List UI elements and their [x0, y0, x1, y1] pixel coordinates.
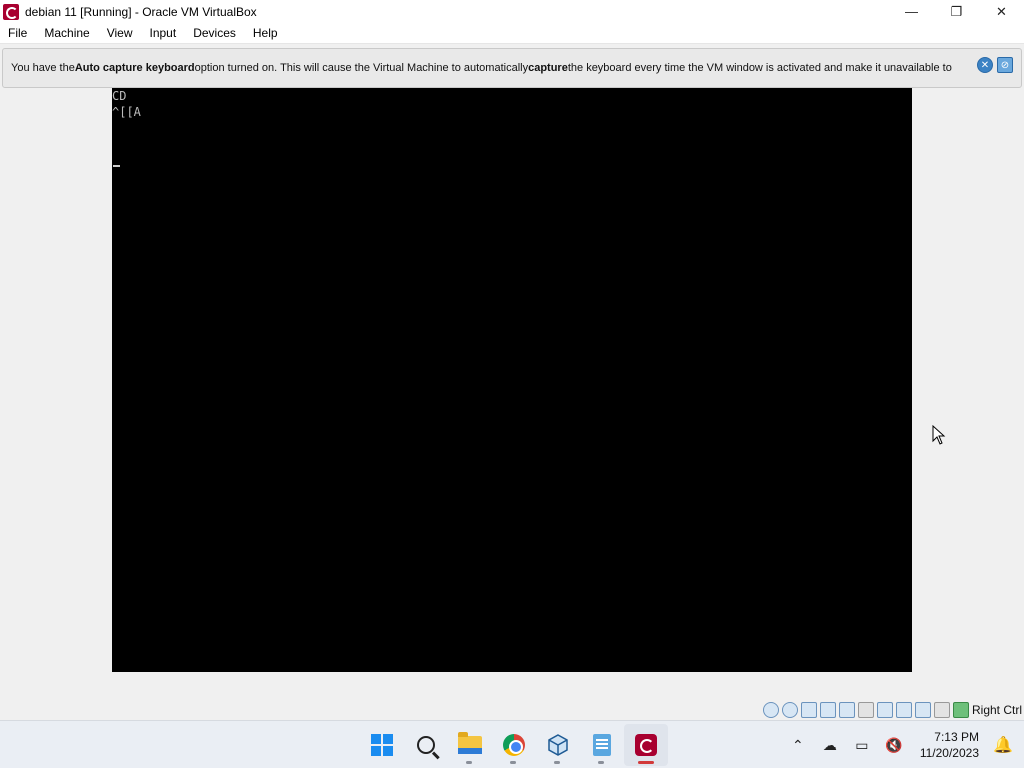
network-icon[interactable]: ▭	[851, 734, 873, 756]
menu-input[interactable]: Input	[150, 26, 185, 40]
start-button[interactable]	[360, 724, 404, 766]
host-key-label: Right Ctrl	[971, 703, 1022, 717]
vm-text-line: ^[[A	[112, 105, 141, 119]
network-icon[interactable]	[819, 702, 836, 718]
banner-text-2: option turned on. This will cause the Vi…	[194, 62, 529, 74]
running-indicator	[598, 761, 604, 764]
debian-icon	[635, 734, 657, 756]
taskbar-apps	[360, 721, 668, 768]
clock[interactable]: 7:13 PM 11/20/2023	[920, 729, 979, 761]
banner-actions: ✕ ⊘	[977, 57, 1013, 73]
maximize-button[interactable]: ❐	[934, 0, 979, 23]
minimize-button[interactable]: —	[889, 0, 934, 23]
virtualbox-vm-icon	[3, 3, 19, 20]
close-banner-icon[interactable]: ✕	[977, 57, 993, 73]
menu-devices[interactable]: Devices	[193, 26, 244, 40]
running-indicator	[466, 761, 472, 764]
notepad-button[interactable]	[580, 724, 624, 766]
clock-time: 7:13 PM	[934, 730, 979, 744]
running-indicator	[510, 761, 516, 764]
vm-text-line: CD	[112, 89, 127, 103]
mouse-integration-icon[interactable]	[933, 702, 950, 718]
banner-bold-2: capture	[528, 62, 568, 74]
chrome-icon	[503, 734, 525, 756]
file-explorer-button[interactable]	[448, 724, 492, 766]
window-title: debian 11 [Running] - Oracle VM VirtualB…	[25, 4, 257, 19]
text-cursor	[113, 165, 120, 167]
chevron-up-icon[interactable]: ⌃	[787, 734, 809, 756]
onedrive-off-icon[interactable]: ☁	[819, 734, 841, 756]
menu-view[interactable]: View	[107, 26, 141, 40]
active-indicator	[638, 761, 654, 764]
usb-icon[interactable]	[838, 702, 855, 718]
window-controls: — ❐ ✕	[889, 0, 1024, 23]
menu-machine[interactable]: Machine	[44, 26, 97, 40]
display-icon[interactable]	[876, 702, 893, 718]
hard-disk-icon[interactable]	[762, 702, 779, 718]
notepad-icon	[593, 734, 611, 756]
vm-status-bar: Right Ctrl	[0, 700, 1024, 720]
debian-vm-button[interactable]	[624, 724, 668, 766]
do-not-show-again-icon[interactable]: ⊘	[997, 57, 1013, 73]
taskbar: ⌃ ☁ ▭ 🔇 7:13 PM 11/20/2023 🔔	[0, 720, 1024, 768]
system-tray: ⌃ ☁ ▭ 🔇 7:13 PM 11/20/2023 🔔	[782, 721, 1024, 768]
optical-drive-icon[interactable]	[781, 702, 798, 718]
clock-date: 11/20/2023	[919, 746, 979, 760]
search-button[interactable]	[404, 724, 448, 766]
menu-help[interactable]: Help	[253, 26, 286, 40]
shared-folders-icon[interactable]	[857, 702, 874, 718]
vm-display[interactable]: setup CD ^[[A	[112, 72, 912, 672]
menu-file[interactable]: File	[8, 26, 35, 40]
chrome-button[interactable]	[492, 724, 536, 766]
banner-text-1: You have the	[11, 62, 75, 74]
virtualbox-button[interactable]	[536, 724, 580, 766]
banner-bold-1: Auto capture keyboard	[74, 62, 195, 74]
banner-text-3: the keyboard every time the VM window is…	[567, 62, 952, 74]
auto-capture-banner: You have the Auto capture keyboard optio…	[2, 48, 1022, 88]
mouse-pointer-icon	[932, 425, 946, 445]
windows-icon	[371, 734, 393, 756]
search-icon	[417, 736, 435, 754]
close-button[interactable]: ✕	[979, 0, 1024, 23]
vt-x-icon[interactable]	[914, 702, 931, 718]
menu-bar: File Machine View Input Devices Help	[0, 23, 1024, 44]
running-indicator	[554, 761, 560, 764]
recording-icon[interactable]	[895, 702, 912, 718]
title-bar[interactable]: debian 11 [Running] - Oracle VM VirtualB…	[0, 0, 1024, 23]
audio-icon[interactable]	[800, 702, 817, 718]
volume-muted-icon[interactable]: 🔇	[883, 734, 905, 756]
folder-icon	[458, 732, 482, 754]
keyboard-capture-icon[interactable]	[952, 702, 969, 718]
notification-bell-icon[interactable]: 🔔	[992, 734, 1014, 756]
virtualbox-icon	[548, 734, 568, 756]
